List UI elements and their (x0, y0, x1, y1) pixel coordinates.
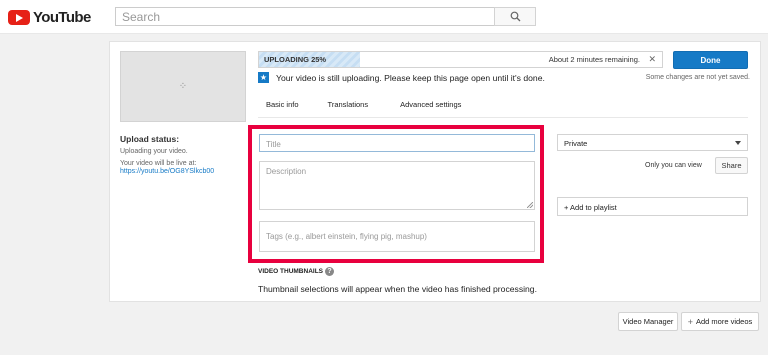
close-icon[interactable]: ✕ (648, 54, 656, 65)
unsaved-note: Some changes are not yet saved. (645, 74, 750, 81)
progress-label: UPLOADING 25% (264, 55, 327, 64)
tab-advanced-settings[interactable]: Advanced settings (400, 100, 461, 112)
time-remaining: About 2 minutes remaining. (548, 55, 640, 64)
share-button[interactable]: Share (715, 157, 748, 174)
divider (258, 117, 748, 118)
video-url-link[interactable]: https://youtu.be/OG8YSlkcb00 (120, 168, 240, 175)
search-icon (510, 11, 520, 22)
search-button[interactable] (494, 7, 536, 26)
tab-translations[interactable]: Translations (328, 100, 369, 112)
thumbnails-text: Thumbnail selections will appear when th… (258, 284, 537, 294)
thumbnails-heading-text: VIDEO THUMBNAILS (258, 268, 323, 275)
add-to-playlist-button[interactable]: + Add to playlist (557, 197, 748, 216)
video-thumbnails-heading: VIDEO THUMBNAILS ? (258, 267, 334, 276)
upload-card: ⁘ UPLOADING 25% About 2 minutes remainin… (109, 41, 761, 302)
search-input[interactable]: Search (115, 7, 495, 26)
youtube-play-icon (8, 10, 30, 25)
chevron-down-icon (735, 141, 741, 145)
live-label: Your video will be live at: (120, 160, 197, 167)
top-bar: YouTube Search (0, 0, 768, 34)
logo-text: YouTube (33, 9, 91, 26)
privacy-select[interactable]: Private (557, 134, 748, 151)
notice-text: Your video is still uploading. Please ke… (276, 72, 545, 83)
upload-progress-bar: UPLOADING 25% About 2 minutes remaining.… (258, 51, 663, 68)
upload-status: Upload status: Uploading your video. You… (120, 134, 240, 175)
plus-icon: + (687, 316, 693, 327)
video-manager-button[interactable]: Video Manager (618, 312, 678, 331)
status-line: Uploading your video. (120, 148, 188, 155)
loading-spinner-icon: ⁘ (178, 81, 188, 92)
youtube-logo[interactable]: YouTube (8, 9, 91, 26)
add-more-videos-button[interactable]: + Add more videos (681, 312, 759, 331)
visibility-note: Only you can view (645, 162, 702, 169)
privacy-value: Private (564, 139, 588, 148)
video-thumbnail-placeholder: ⁘ (120, 51, 246, 122)
status-title: Upload status: (120, 134, 180, 144)
highlight-box (248, 125, 544, 263)
add-more-videos-label: Add more videos (695, 317, 753, 326)
help-icon[interactable]: ? (325, 267, 334, 276)
upload-notice: ★ Your video is still uploading. Please … (258, 72, 545, 83)
star-icon: ★ (258, 72, 269, 83)
done-button[interactable]: Done (673, 51, 748, 69)
tab-bar: Basic info Translations Advanced setting… (258, 100, 461, 112)
tab-basic-info[interactable]: Basic info (266, 100, 299, 112)
